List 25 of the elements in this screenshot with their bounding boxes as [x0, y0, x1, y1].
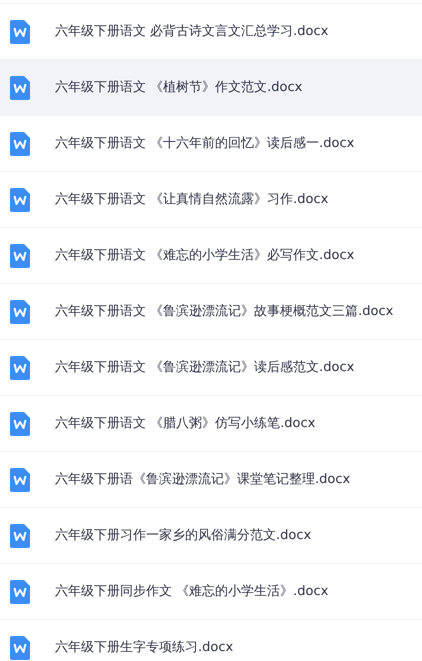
word-document-icon	[10, 188, 30, 212]
file-name: 六年级下册语文 《让真情自然流露》习作.docx	[55, 190, 328, 209]
word-document-icon	[10, 524, 30, 548]
file-name: 六年级下册语文 《鲁滨逊漂流记》故事梗概范文三篇.docx	[55, 302, 394, 321]
file-name: 六年级下册语文 《腊八粥》仿写小练笔.docx	[55, 414, 316, 433]
word-document-icon	[10, 132, 30, 156]
file-name: 六年级下册习作一家乡的风俗满分范文.docx	[55, 526, 312, 545]
word-document-icon	[10, 636, 30, 660]
file-row[interactable]: 六年级下册语文 《植树节》作文范文.docx	[0, 60, 422, 116]
word-document-icon	[10, 76, 30, 100]
word-document-icon	[10, 356, 30, 380]
word-document-icon	[10, 412, 30, 436]
word-document-icon	[10, 468, 30, 492]
file-name: 六年级下册语文 《难忘的小学生活》必写作文.docx	[55, 246, 354, 265]
file-name: 六年级下册语文 《植树节》作文范文.docx	[55, 78, 302, 97]
word-document-icon	[10, 244, 30, 268]
file-name: 六年级下册语文 《鲁滨逊漂流记》读后感范文.docx	[55, 358, 354, 377]
file-name: 六年级下册生字专项练习.docx	[55, 638, 234, 657]
word-document-icon	[10, 300, 30, 324]
word-document-icon	[10, 580, 30, 604]
file-name: 六年级下册语文 《十六年前的回忆》读后感一.docx	[55, 134, 354, 153]
word-document-icon	[10, 20, 30, 44]
file-name: 六年级下册语《鲁滨逊漂流记》课堂笔记整理.docx	[55, 470, 350, 489]
file-name: 六年级下册语文 必背古诗文言文汇总学习.docx	[55, 22, 328, 41]
file-name: 六年级下册同步作文 《难忘的小学生活》.docx	[55, 582, 328, 601]
